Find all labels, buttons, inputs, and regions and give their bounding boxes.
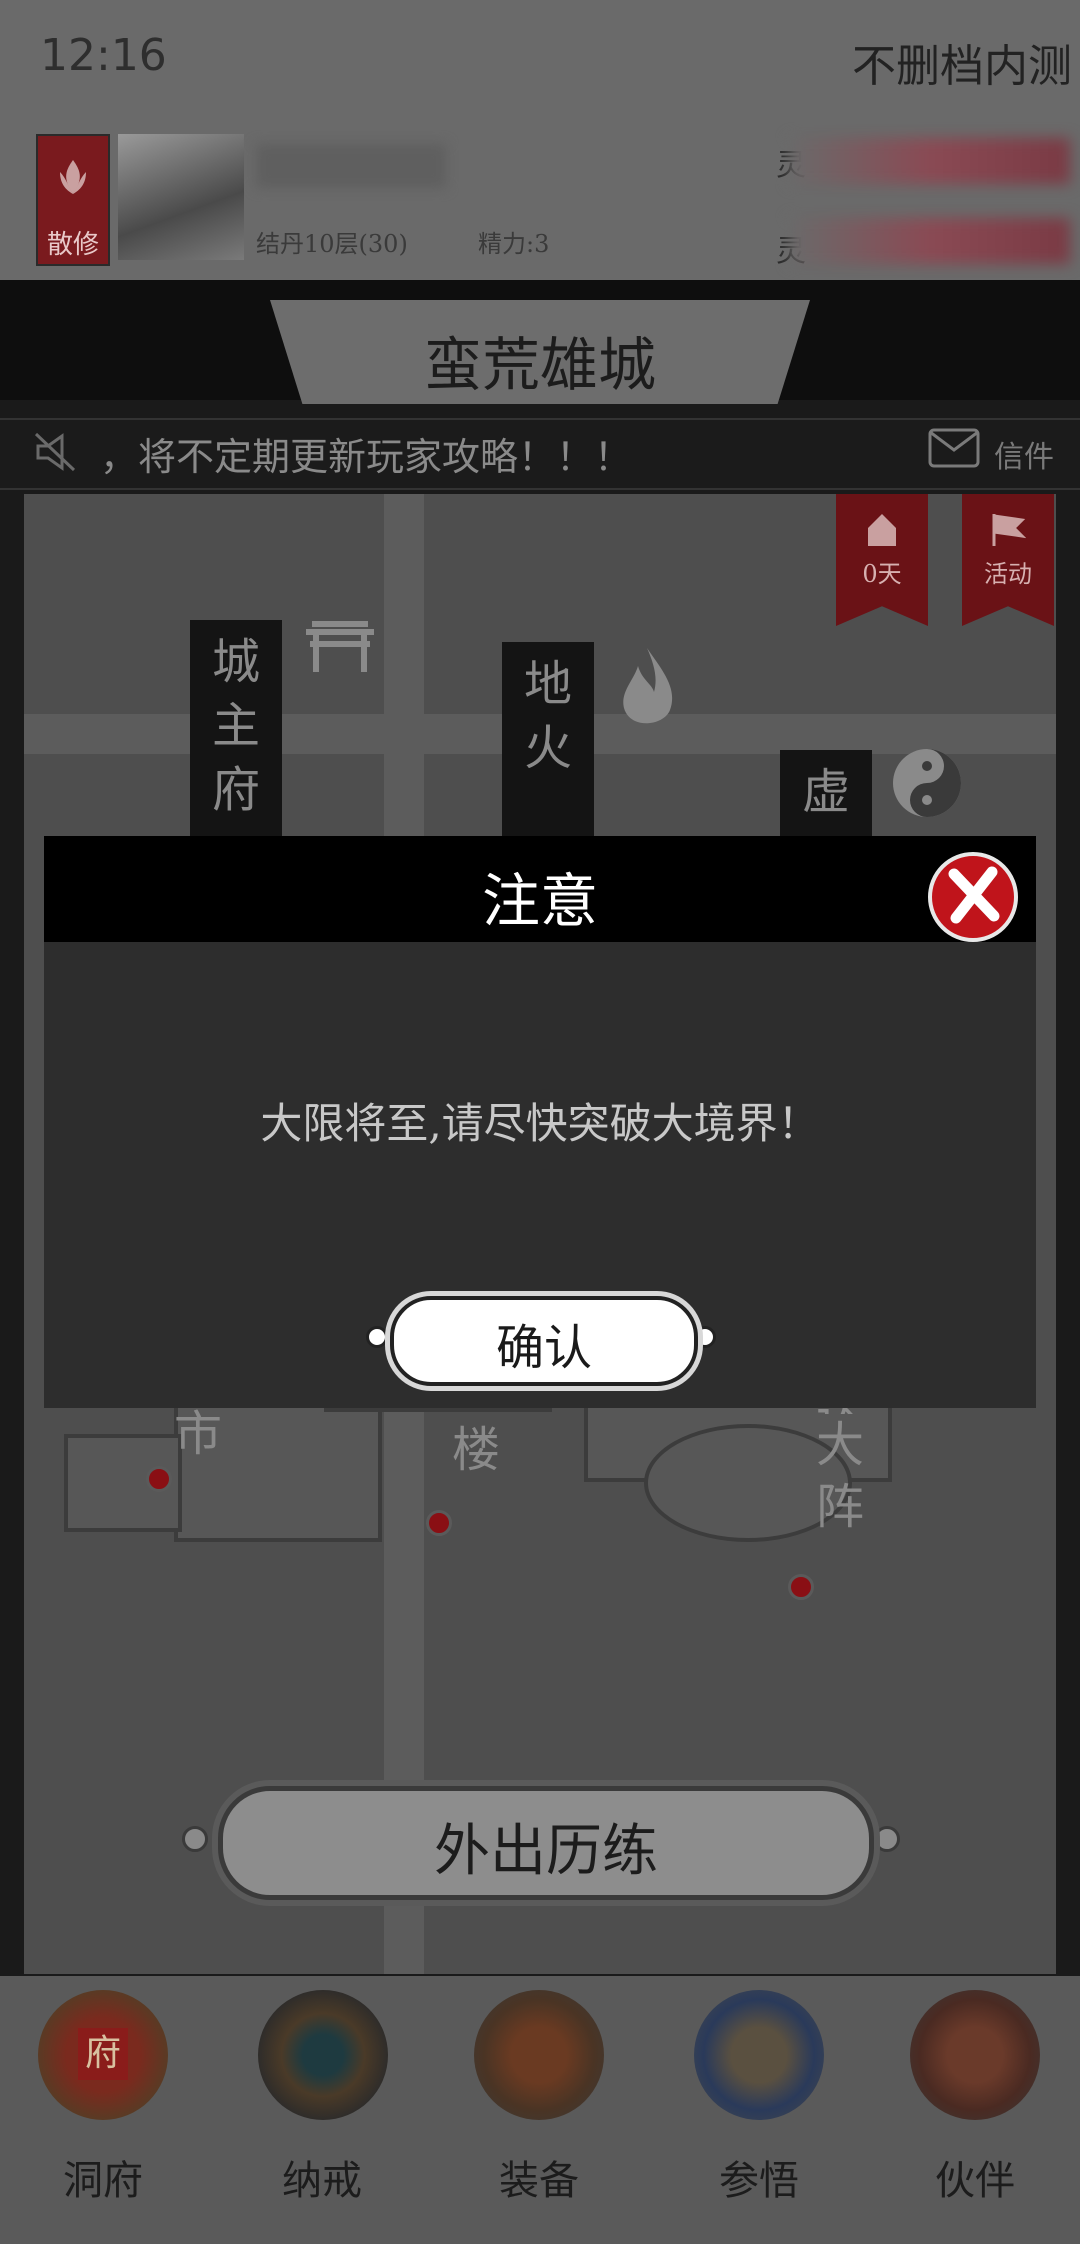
map-marker[interactable] <box>146 1466 172 1492</box>
mail-icon[interactable] <box>928 428 980 468</box>
clock: 12:16 <box>40 30 167 81</box>
storage-ring-icon[interactable] <box>258 1990 388 2120</box>
sign-earth-fire[interactable]: 地 火 <box>502 642 594 852</box>
event-label: 活动 <box>984 560 1032 588</box>
notice-text: ，将不定期更新玩家攻略！！！ <box>100 435 633 479</box>
gate-icon <box>306 621 374 672</box>
realm-level: 结丹10层(30) <box>256 230 408 258</box>
nav-companion[interactable]: 伙伴 <box>875 2148 1075 2206</box>
nav-cave-palace[interactable]: 洞府 <box>3 2148 203 2206</box>
stat2-value-redacted <box>790 218 1070 264</box>
dialog-message: 大限将至,请尽快突破大境界！ <box>260 1099 820 1148</box>
energy-value: 精力:3 <box>478 230 550 258</box>
flag-icon <box>992 514 1026 546</box>
sect-badge[interactable]: 散修 <box>36 134 110 266</box>
sign-char: 火 <box>523 720 572 776</box>
player-name-redacted <box>256 144 446 188</box>
fire-icon <box>623 648 673 724</box>
nav-storage-ring[interactable]: 纳戒 <box>222 2148 422 2206</box>
dialog-title: 注意 <box>481 867 598 935</box>
speaker-icon <box>34 432 76 472</box>
sign-char: 城 <box>211 634 260 690</box>
avatar[interactable] <box>118 134 244 260</box>
map-marker[interactable] <box>788 1574 814 1600</box>
token-days: 0天 <box>862 560 902 588</box>
companion-icon[interactable] <box>910 1990 1040 2120</box>
sect-label: 散修 <box>46 230 99 260</box>
sign-char: 主 <box>211 698 260 754</box>
token-icon <box>868 514 896 546</box>
city-name: 蛮荒雄城 <box>423 331 656 399</box>
sign-char: 地 <box>523 656 572 712</box>
confirm-label: 确认 <box>495 1320 592 1376</box>
map-label-tower[interactable]: 楼 <box>452 1410 500 1480</box>
nav-equipment[interactable]: 装备 <box>439 2148 639 2206</box>
go-adventure-label: 外出历练 <box>434 1819 658 1884</box>
nav-comprehension[interactable]: 参悟 <box>659 2148 859 2206</box>
button-ornament <box>874 1826 900 1852</box>
button-ornament <box>182 1826 208 1852</box>
cave-palace-emblem: 府 <box>78 2028 128 2080</box>
mail-label[interactable]: 信件 <box>994 432 1054 476</box>
map-marker[interactable] <box>426 1510 452 1536</box>
armor-icon[interactable] <box>474 1990 604 2120</box>
lotus-icon <box>60 160 86 194</box>
yinyang-icon <box>893 749 961 817</box>
formation-char: 阵 <box>816 1479 865 1535</box>
sign-char: 府 <box>211 762 260 818</box>
server-name: 不删档内测 <box>852 41 1072 92</box>
sign-city-lord-mansion[interactable]: 城 主 府 <box>190 620 282 870</box>
button-ornament <box>366 1326 388 1348</box>
stat1-value-redacted <box>790 138 1070 184</box>
cave-palace-icon[interactable]: 府 <box>38 1990 168 2120</box>
formation-char: 大 <box>816 1417 865 1473</box>
sign-char: 虚 <box>801 764 850 820</box>
close-icon <box>948 866 1000 924</box>
close-button[interactable] <box>928 852 1018 942</box>
scroll-icon[interactable] <box>694 1990 824 2120</box>
